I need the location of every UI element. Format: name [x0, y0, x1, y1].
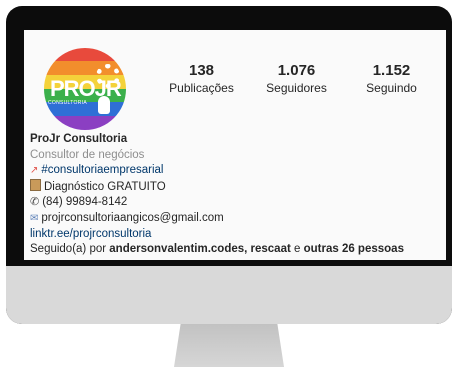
lightbulb-icon: [98, 96, 110, 114]
profile-avatar[interactable]: PROJR CONSULTORIA: [44, 48, 126, 130]
stat-posts-label: Publicações: [169, 81, 234, 95]
monitor-chin: [6, 266, 452, 324]
profile-screen: PROJR CONSULTORIA 138 Publicações 1.076 …: [24, 30, 446, 260]
followed-by[interactable]: Seguido(a) por andersonvalentim.codes, r…: [30, 242, 404, 258]
profile-stats: 138 Publicações 1.076 Seguidores 1.152 S…: [154, 62, 439, 96]
followed-prefix: Seguido(a) por: [30, 243, 110, 256]
envelope-icon: ✉: [30, 212, 39, 224]
profile-bio: ProJr Consultoria Consultor de negócios …: [30, 132, 404, 258]
logo-subtitle: CONSULTORIA: [48, 100, 87, 106]
bio-phone-line: ✆ (84) 99894-8142: [30, 195, 404, 211]
stat-following[interactable]: 1.152 Seguindo: [344, 62, 439, 96]
phone-icon: ✆: [30, 196, 40, 209]
stat-posts[interactable]: 138 Publicações: [154, 62, 249, 96]
stat-followers[interactable]: 1.076 Seguidores: [249, 62, 344, 96]
stat-following-count: 1.152: [372, 62, 411, 79]
gear-icon: [96, 64, 120, 88]
profile-name: ProJr Consultoria: [30, 133, 128, 145]
followed-others: outras 26 pessoas: [303, 243, 404, 256]
followed-names: andersonvalentim.codes, rescaat: [109, 243, 291, 256]
bio-hashtag-line: ↗ #consultoriaempresarial: [30, 163, 404, 179]
bio-email-line: ✉ projrconsultoriaangicos@gmail.com: [30, 211, 404, 227]
stat-following-label: Seguindo: [366, 81, 417, 95]
bio-email: projrconsultoriaangicos@gmail.com: [41, 211, 224, 224]
stat-followers-label: Seguidores: [266, 81, 327, 95]
followed-mid: e: [290, 243, 304, 256]
bio-diagnostic: Diagnóstico GRATUITO: [44, 180, 166, 193]
profile-category: Consultor de negócios: [30, 148, 145, 161]
monitor-stand: [174, 324, 284, 367]
stat-followers-count: 1.076: [277, 62, 316, 79]
clipboard-icon: [30, 178, 41, 191]
bio-phone: (84) 99894-8142: [42, 196, 128, 209]
chart-increasing-icon: ↗: [30, 165, 39, 177]
profile-link[interactable]: linktr.ee/projrconsultoria: [30, 227, 404, 243]
bio-diagnostic-line: Diagnóstico GRATUITO: [30, 178, 404, 196]
stat-posts-count: 138: [188, 62, 215, 79]
bio-hashtag[interactable]: #consultoriaempresarial: [41, 164, 163, 176]
